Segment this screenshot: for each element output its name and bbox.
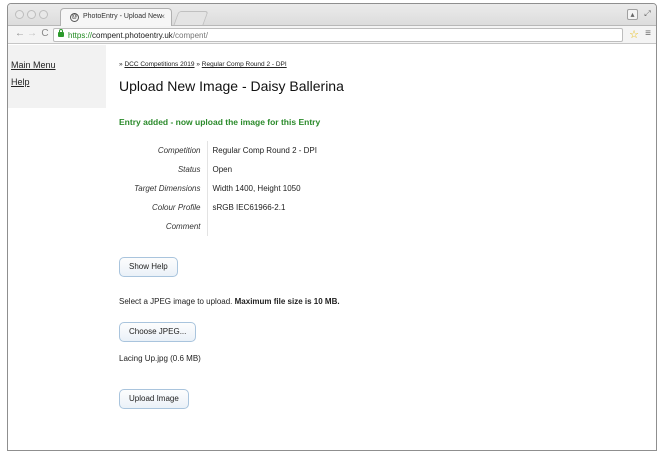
back-icon[interactable]: ← xyxy=(14,28,26,39)
address-toolbar: ← → C https://compent.photoentry.uk/comp… xyxy=(8,26,656,44)
detail-key: Target Dimensions xyxy=(119,179,208,198)
browser-window: @ PhotoEntry - Upload New × ▴ ⤢ ← → C ht… xyxy=(7,3,657,451)
url-scheme: https:// xyxy=(68,31,93,40)
tab-close-icon[interactable]: × xyxy=(160,12,165,21)
minimize-window-icon[interactable] xyxy=(27,10,36,19)
page-title: Upload New Image - Daisy Ballerina xyxy=(119,78,344,94)
detail-value: Open xyxy=(212,165,233,174)
page-content: Main Menu Help » DCC Competitions 2019 »… xyxy=(8,45,656,450)
sidebar-item-main-menu[interactable]: Main Menu xyxy=(11,60,56,70)
table-row: Status Open xyxy=(119,160,317,179)
url-path: /compent/ xyxy=(172,31,208,40)
browser-tab[interactable]: @ PhotoEntry - Upload New × xyxy=(60,8,172,26)
show-help-button[interactable]: Show Help xyxy=(119,257,178,277)
detail-key: Comment xyxy=(119,217,208,236)
entry-details-table: Competition Regular Comp Round 2 - DPI S… xyxy=(119,141,317,236)
breadcrumb-item-round[interactable]: Regular Comp Round 2 - DPI xyxy=(202,61,287,68)
success-message: Entry added - now upload the image for t… xyxy=(119,117,321,127)
max-size-text: Maximum file size is 10 MB. xyxy=(234,297,340,306)
new-tab-button[interactable] xyxy=(173,11,209,25)
close-window-icon[interactable] xyxy=(15,10,24,19)
upload-instructions: Select a JPEG image to upload. Maximum f… xyxy=(119,297,340,306)
table-row: Target Dimensions Width 1400, Height 105… xyxy=(119,179,317,198)
sidebar-item-help[interactable]: Help xyxy=(11,77,30,87)
forward-icon[interactable]: → xyxy=(26,28,38,39)
breadcrumb-separator: » xyxy=(196,61,200,68)
breadcrumb-separator: » xyxy=(119,61,123,68)
address-bar[interactable]: https://compent.photoentry.uk/compent/ xyxy=(53,28,623,42)
detail-value xyxy=(207,217,317,236)
menu-icon[interactable]: ≡ xyxy=(645,28,651,39)
url-host: compent.photoentry.uk xyxy=(92,31,173,40)
detail-value: Regular Comp Round 2 - DPI xyxy=(212,146,318,155)
selected-file-label: Lacing Up.jpg (0.6 MB) xyxy=(119,354,201,363)
detail-value: Width 1400, Height 1050 xyxy=(212,184,301,193)
sidebar: Main Menu Help xyxy=(8,45,106,108)
fullscreen-icon[interactable]: ⤢ xyxy=(642,9,653,20)
tab-title: PhotoEntry - Upload New xyxy=(83,13,162,20)
detail-value: sRGB IEC61966-2.1 xyxy=(212,203,286,212)
tab-strip: @ PhotoEntry - Upload New × ▴ ⤢ xyxy=(8,4,656,26)
breadcrumb-item-competitions[interactable]: DCC Competitions 2019 xyxy=(124,61,194,68)
table-row: Colour Profile sRGB IEC61966-2.1 xyxy=(119,198,317,217)
table-row: Comment xyxy=(119,217,317,236)
choose-jpeg-button[interactable]: Choose JPEG... xyxy=(119,322,197,342)
detail-key: Status xyxy=(119,160,208,179)
reload-icon[interactable]: C xyxy=(39,28,51,39)
star-icon[interactable]: ☆ xyxy=(629,28,639,41)
profile-icon[interactable]: ▴ xyxy=(627,9,638,20)
detail-key: Competition xyxy=(119,141,208,160)
zoom-window-icon[interactable] xyxy=(39,10,48,19)
favicon-icon: @ xyxy=(70,13,79,22)
instructions-text: Select a JPEG image to upload. xyxy=(119,297,233,306)
breadcrumb: » DCC Competitions 2019 » Regular Comp R… xyxy=(119,61,287,68)
lock-icon xyxy=(58,29,64,37)
table-row: Competition Regular Comp Round 2 - DPI xyxy=(119,141,317,160)
detail-key: Colour Profile xyxy=(119,198,208,217)
upload-image-button[interactable]: Upload Image xyxy=(119,389,189,409)
